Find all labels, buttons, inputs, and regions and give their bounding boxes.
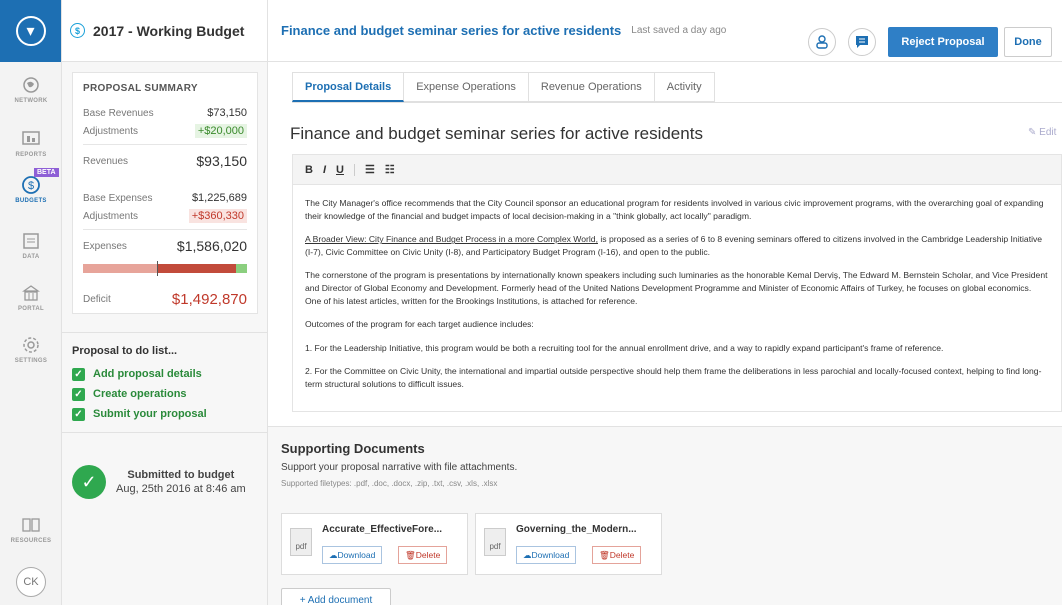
beta-badge: BETA [34, 168, 59, 177]
nav-settings[interactable]: SETTINGS [0, 334, 62, 364]
todo-item[interactable]: ✓ Submit your proposal [72, 404, 262, 424]
building-icon [20, 282, 42, 304]
nav-resources[interactable]: RESOURCES [0, 514, 62, 544]
data-icon [20, 230, 42, 252]
tab-activity[interactable]: Activity [654, 72, 715, 102]
bold-button[interactable]: B [305, 164, 313, 176]
underline-button[interactable]: U [336, 164, 344, 176]
revenues-row: Revenues $93,150 [83, 153, 247, 169]
submission-status: ✓ Submitted to budget Aug, 25th 2016 at … [72, 465, 246, 499]
rich-text-editor[interactable]: B I U ☰ ☷ The City Manager's office reco… [292, 154, 1062, 412]
check-icon: ✓ [72, 367, 85, 381]
expenses-row: Expenses $1,586,020 [83, 238, 247, 254]
reject-proposal-button[interactable]: Reject Proposal [888, 27, 998, 57]
nav-data[interactable]: DATA [0, 230, 62, 260]
todo-item[interactable]: ✓ Add proposal details [72, 364, 262, 384]
summary-heading: PROPOSAL SUMMARY [83, 83, 198, 94]
editor-toolbar: B I U ☰ ☷ [293, 155, 1061, 185]
comment-icon [856, 36, 868, 48]
nav-budgets[interactable]: BETA $ BUDGETS [0, 168, 62, 204]
document-card: pdf Accurate_EffectiveFore... ☁ Download… [281, 513, 468, 575]
todo-item[interactable]: ✓ Create operations [72, 384, 262, 404]
people-button[interactable] [808, 28, 836, 56]
delete-button[interactable]: 🗑 Delete [592, 546, 642, 564]
link[interactable]: A Broader View: City Finance and Budget … [305, 234, 598, 244]
page-title: Finance and budget seminar series for ac… [281, 23, 622, 38]
logo-icon: ▾ [15, 16, 46, 46]
dollar-icon: $ [20, 174, 42, 196]
header: Finance and budget seminar series for ac… [268, 0, 1062, 62]
book-icon [20, 514, 42, 536]
todo-list: Proposal to do list... ✓ Add proposal de… [72, 345, 262, 424]
nav-reports[interactable]: REPORTS [0, 128, 62, 158]
file-icon: pdf [290, 528, 312, 556]
check-circle-icon: ✓ [72, 465, 106, 499]
delete-button[interactable]: 🗑 Delete [398, 546, 448, 564]
pencil-icon: ✎ [1028, 127, 1037, 138]
numbered-list-icon[interactable]: ☷ [385, 163, 395, 176]
expense-adjustments-row: Adjustments +$360,330 [83, 207, 247, 225]
budget-panel: $ 2017 - Working Budget PROPOSAL SUMMARY… [62, 0, 268, 605]
check-icon: ✓ [72, 387, 85, 401]
budget-title[interactable]: $ 2017 - Working Budget [62, 0, 267, 62]
base-expenses-row: Base Expenses $1,225,689 [83, 192, 247, 204]
proposal-summary: PROPOSAL SUMMARY Base Revenues $73,150 A… [72, 72, 258, 314]
download-button[interactable]: ☁ Download [322, 546, 383, 564]
gear-icon [20, 334, 42, 356]
italic-button[interactable]: I [323, 164, 326, 176]
nav-portal[interactable]: PORTAL [0, 282, 62, 312]
user-avatar[interactable]: CK [16, 567, 46, 597]
tab-proposal-details[interactable]: Proposal Details [292, 72, 405, 102]
svg-text:$: $ [28, 180, 34, 192]
add-document-button[interactable]: + Add document [281, 588, 391, 605]
tab-bar: Proposal Details Expense Operations Reve… [292, 72, 715, 102]
file-icon: pdf [484, 528, 506, 556]
comments-button[interactable] [848, 28, 876, 56]
last-saved: Last saved a day ago [631, 25, 727, 36]
download-button[interactable]: ☁ Download [516, 546, 577, 564]
edit-button[interactable]: ✎ Edit [1028, 127, 1056, 138]
proposal-title: Finance and budget seminar series for ac… [290, 124, 703, 143]
budget-balance-bar [83, 261, 247, 276]
base-revenues-row: Base Revenues $73,150 [83, 107, 247, 119]
document-card: pdf Governing_the_Modern... ☁ Download 🗑… [475, 513, 662, 575]
main-content: Finance and budget seminar series for ac… [268, 0, 1062, 605]
people-icon [816, 35, 828, 49]
proposal-body[interactable]: The City Manager's office recommends tha… [293, 185, 1061, 412]
report-icon [20, 128, 42, 150]
globe-icon [20, 74, 42, 96]
supporting-documents: Supporting Documents Support your propos… [268, 426, 1062, 605]
app-logo[interactable]: ▾ [0, 0, 61, 62]
dollar-icon: $ [70, 23, 85, 38]
deficit-row: Deficit $1,492,870 [83, 290, 247, 308]
nav-network[interactable]: NETWORK [0, 74, 62, 104]
revenue-adjustments-row: Adjustments +$20,000 [83, 122, 247, 140]
nav-rail: ▾ NETWORK REPORTS BETA $ BUDGETS DATA PO… [0, 0, 62, 605]
tab-revenue-operations[interactable]: Revenue Operations [528, 72, 655, 102]
tab-expense-operations[interactable]: Expense Operations [404, 72, 529, 102]
check-icon: ✓ [72, 407, 85, 421]
bullet-list-icon[interactable]: ☰ [365, 163, 375, 176]
done-button[interactable]: Done [1004, 27, 1052, 57]
